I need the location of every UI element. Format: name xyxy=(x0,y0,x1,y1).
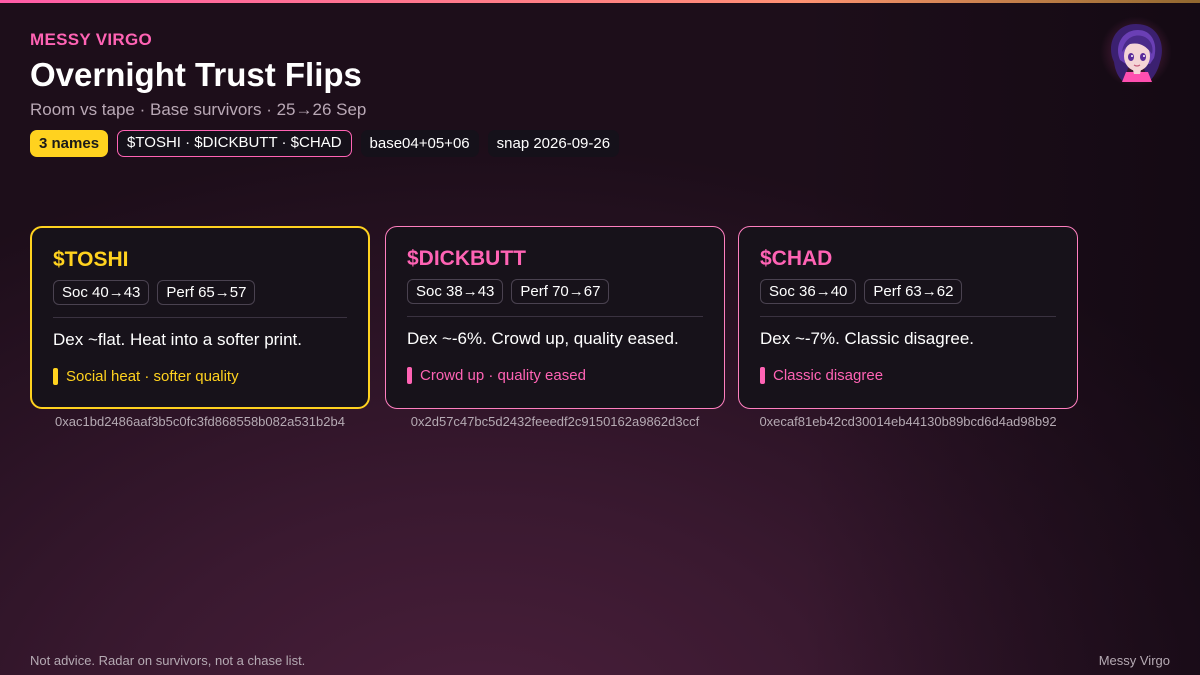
card-note: Dex ~-6%. Crowd up, quality eased. xyxy=(407,329,679,348)
contract-address[interactable]: 0xecaf81eb42cd30014eb44130b89bcd6d4ad98b… xyxy=(738,414,1078,429)
card-note: Dex ~flat. Heat into a softer print. xyxy=(53,330,302,349)
tickers-chip: $TOSHI · $DICKBUTT · $CHAD xyxy=(117,130,352,157)
social-score-pill: Soc 36→40 xyxy=(760,279,857,304)
page-subtitle: Room vs tape · Base survivors · 25→26 Se… xyxy=(30,100,367,119)
social-score-pill: Soc 40→43 xyxy=(53,280,150,305)
token-card-toshi[interactable]: $TOSHI Soc 40→43 Perf 65→57 Dex ~flat. H… xyxy=(30,226,370,409)
source-chip: base04+05+06 xyxy=(360,130,479,157)
card-divider xyxy=(760,316,1056,317)
perf-score-pill: Perf 63→62 xyxy=(864,279,963,304)
chip-row: 3 names $TOSHI · $DICKBUTT · $CHAD base0… xyxy=(30,130,620,157)
brand-label: MESSY VIRGO xyxy=(30,30,153,49)
card-tag-label: Social heat · softer quality xyxy=(66,368,239,385)
contract-address[interactable]: 0xac1bd2486aaf3b5c0fc3fd868558b082a531b2… xyxy=(30,414,370,429)
contract-address[interactable]: 0x2d57c47bc5d2432feeedf2c9150162a9862d3c… xyxy=(385,414,725,429)
token-card-dickbutt[interactable]: $DICKBUTT Soc 38→43 Perf 70→67 Dex ~-6%.… xyxy=(385,226,725,409)
footer-brand: Messy Virgo xyxy=(1098,653,1170,668)
card-divider xyxy=(407,316,703,317)
anime-avatar-icon xyxy=(1100,16,1172,88)
tag-marker-icon xyxy=(407,367,412,384)
tag-marker-icon xyxy=(760,367,765,384)
card-ticker: $CHAD xyxy=(760,247,833,270)
top-accent-bar xyxy=(0,0,1200,3)
page-title: Overnight Trust Flips xyxy=(30,56,362,93)
perf-score-pill: Perf 70→67 xyxy=(511,279,610,304)
card-tag: Social heat · softer quality xyxy=(53,368,347,385)
tag-marker-icon xyxy=(53,368,58,385)
card-ticker: $DICKBUTT xyxy=(407,247,526,270)
snapshot-chip: snap 2026-09-26 xyxy=(487,130,620,157)
card-tag: Crowd up · quality eased xyxy=(407,367,703,384)
card-note: Dex ~-7%. Classic disagree. xyxy=(760,329,975,348)
card-tag: Classic disagree xyxy=(760,367,1056,384)
count-chip: 3 names xyxy=(30,130,109,157)
card-ticker: $TOSHI xyxy=(53,248,129,271)
card-tag-label: Crowd up · quality eased xyxy=(420,367,586,384)
perf-score-pill: Perf 65→57 xyxy=(157,280,256,305)
card-tag-label: Classic disagree xyxy=(773,367,884,384)
footer-disclaimer: Not advice. Radar on survivors, not a ch… xyxy=(30,653,306,668)
token-card-chad[interactable]: $CHAD Soc 36→40 Perf 63→62 Dex ~-7%. Cla… xyxy=(738,226,1078,409)
social-score-pill: Soc 38→43 xyxy=(407,279,504,304)
card-divider xyxy=(53,317,347,318)
